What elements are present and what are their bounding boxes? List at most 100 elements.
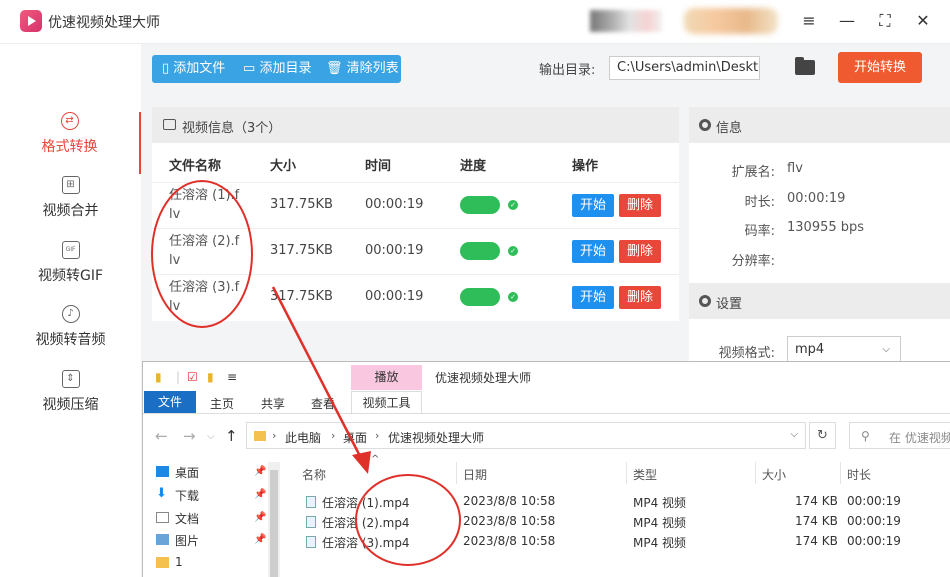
file-duration: 00:00:19 [365, 243, 424, 258]
file-date: 2023/8/8 10:58 [463, 494, 556, 508]
folder-icon[interactable] [795, 57, 815, 75]
tree-item-downloads[interactable]: ⬇ 下载 [156, 487, 199, 504]
file-size: 317.75KB [270, 289, 333, 304]
tab-video-tools[interactable]: 视频工具 [351, 391, 422, 413]
properties-icon[interactable]: ☑ [187, 370, 198, 384]
list-item[interactable]: 任溶溶 (3).mp4 2023/8/8 10:58 MP4 视频 174 KB… [301, 532, 950, 552]
delete-button[interactable]: 删除 [619, 194, 661, 217]
tree-item-label: 文档 [175, 512, 200, 526]
sidebar-item-video-gif[interactable]: GIF 视频转GIF [0, 241, 141, 303]
desktop-icon [156, 466, 169, 477]
tree-item-desktop[interactable]: 桌面 [156, 464, 200, 481]
start-button[interactable]: 开始 [572, 240, 614, 263]
file-type: MP4 视频 [633, 536, 687, 550]
forward-icon[interactable]: → [183, 427, 196, 445]
address-bar[interactable]: › 此电脑 › 桌面 › 优速视频处理大师 ⌵ [246, 422, 806, 449]
close-icon[interactable]: ✕ [911, 10, 935, 32]
extension-value: flv [787, 161, 803, 176]
tab-home[interactable]: 主页 [210, 395, 234, 412]
minimize-icon[interactable]: — [835, 10, 859, 32]
info-panel: 信息 扩展名: flv 时长: 00:00:19 码率: 130955 bps … [689, 107, 950, 361]
back-icon[interactable]: ← [155, 427, 168, 445]
file-size: 174 KB [795, 534, 838, 548]
table-row[interactable]: 任溶溶 (2).flv 317.75KB 00:00:19 ✓ 开始 删除 [152, 228, 679, 274]
column-header-duration[interactable]: 时长 [847, 466, 871, 483]
new-folder-icon[interactable]: ▮ [207, 370, 214, 384]
column-header-type[interactable]: 类型 [633, 466, 657, 483]
column-header-date[interactable]: 日期 [463, 466, 487, 483]
output-directory-label: 输出目录: [539, 63, 596, 78]
extension-label: 扩展名: [731, 165, 775, 180]
breadcrumb-desktop[interactable]: 桌面 [343, 429, 367, 446]
tab-view[interactable]: 查看 [311, 395, 335, 412]
check-icon: ✓ [508, 292, 518, 302]
refresh-icon[interactable]: ↻ [809, 422, 836, 449]
column-divider[interactable] [626, 462, 627, 484]
settings-title: 设置 [716, 297, 743, 312]
table-row[interactable]: 任溶溶 (1).flv 317.75KB 00:00:19 ✓ 开始 删除 [152, 182, 679, 228]
add-file-button[interactable]: ▯ 添加文件 [162, 55, 225, 83]
search-input[interactable]: ⚲ 在 优速视频 [849, 422, 950, 449]
gif-icon: GIF [61, 241, 80, 259]
column-header-progress: 进度 [460, 159, 487, 174]
history-chevron-icon[interactable]: ⌵ [207, 431, 215, 442]
output-directory-field[interactable]: C:\Users\admin\Deskto [609, 56, 760, 80]
file-date: 2023/8/8 10:58 [463, 534, 556, 548]
file-size: 174 KB [795, 514, 838, 528]
separator: | [176, 370, 181, 384]
add-directory-label: 添加目录 [259, 61, 312, 76]
tree-item-documents[interactable]: 文档 [156, 510, 200, 527]
start-button[interactable]: 开始 [572, 286, 614, 309]
sidebar-item-video-audio[interactable]: ♪ 视频转音频 [0, 305, 141, 367]
sidebar-item-format-convert[interactable]: ⇄ 格式转换 [0, 112, 141, 174]
breadcrumb-folder[interactable]: 优速视频处理大师 [388, 429, 484, 446]
add-directory-button[interactable]: ▭ 添加目录 [243, 55, 311, 83]
customize-icon[interactable]: ≡ [227, 370, 237, 384]
video-format-value: mp4 [795, 342, 825, 357]
tree-item-folder-1[interactable]: 1 [156, 555, 183, 569]
file-name: 任溶溶 (3).mp4 [322, 536, 410, 550]
duration-label: 时长: [744, 195, 775, 210]
clear-list-label: 清除列表 [346, 61, 399, 76]
menu-icon[interactable]: ≡ [797, 10, 821, 32]
start-convert-button[interactable]: 开始转换 [838, 52, 922, 83]
column-divider[interactable] [755, 462, 756, 484]
pictures-icon [156, 534, 169, 545]
clear-list-button[interactable]: 🗑 清除列表 [326, 55, 399, 83]
gear-icon [699, 119, 711, 131]
column-header-name: 文件名称 [169, 159, 222, 174]
up-icon[interactable]: ↑ [225, 427, 238, 445]
delete-button[interactable]: 删除 [619, 286, 661, 309]
tree-scrollbar[interactable] [268, 462, 280, 577]
column-header-size[interactable]: 大小 [762, 466, 786, 483]
duration-value: 00:00:19 [787, 191, 846, 206]
maximize-icon[interactable]: ⛶ [873, 10, 897, 32]
pin-icon: 📌 [254, 534, 267, 545]
column-header-name[interactable]: 名称 [302, 466, 326, 483]
scrollbar-thumb[interactable] [270, 470, 278, 577]
column-divider[interactable] [840, 462, 841, 484]
ribbon-divider [143, 413, 950, 414]
panel-title: 视频信息（3个） [182, 121, 282, 136]
file-duration: 00:00:19 [365, 289, 424, 304]
sidebar-item-video-merge[interactable]: ⊞ 视频合并 [0, 176, 141, 238]
chevron-down-icon: ⌵ [882, 344, 890, 355]
column-divider[interactable] [456, 462, 457, 484]
add-file-label: 添加文件 [173, 61, 226, 76]
delete-button[interactable]: 删除 [619, 240, 661, 263]
title-bar: 优速视频处理大师 ≡ — ⛶ ✕ [0, 0, 950, 44]
chevron-down-icon[interactable]: ⌵ [790, 429, 798, 440]
tab-share[interactable]: 共享 [261, 395, 285, 412]
sidebar-item-video-compress[interactable]: ⇕ 视频压缩 [0, 370, 141, 432]
tab-file[interactable]: 文件 [144, 391, 196, 413]
tree-item-label: 桌面 [175, 466, 200, 480]
tree-item-pictures[interactable]: 图片 [156, 532, 199, 549]
video-file-icon [306, 496, 316, 508]
list-item[interactable]: 任溶溶 (2).mp4 2023/8/8 10:58 MP4 视频 174 KB… [301, 512, 950, 532]
list-item[interactable]: 任溶溶 (1).mp4 2023/8/8 10:58 MP4 视频 174 KB… [301, 492, 950, 512]
start-button[interactable]: 开始 [572, 194, 614, 217]
file-explorer-window: ▮ | ☑ ▮ ≡ 播放 优速视频处理大师 文件 主页 共享 查看 视频工具 ←… [142, 361, 950, 577]
video-format-select[interactable]: mp4 ⌵ [787, 336, 901, 364]
table-row[interactable]: 任溶溶 (3).flv 317.75KB 00:00:19 ✓ 开始 删除 [152, 274, 679, 320]
breadcrumb-this-pc[interactable]: 此电脑 [285, 429, 321, 446]
